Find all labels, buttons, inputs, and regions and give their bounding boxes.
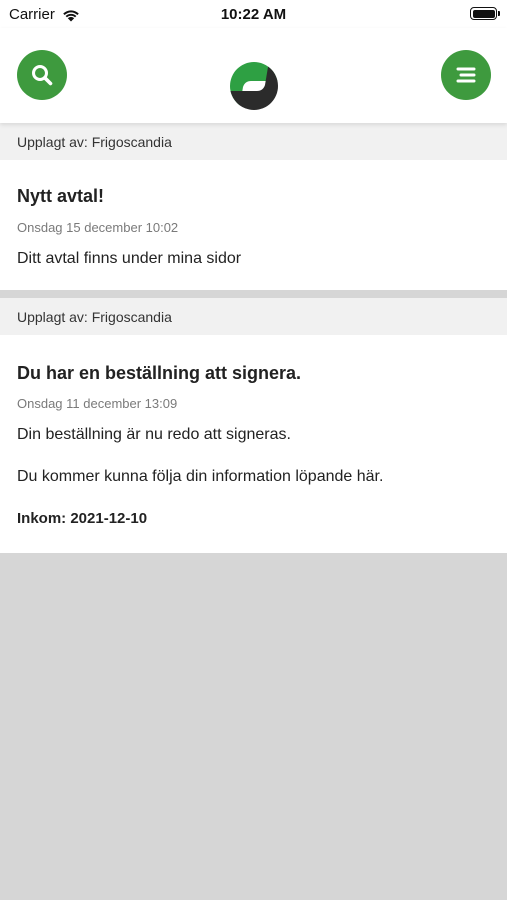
news-card[interactable]: Nytt avtal! Onsdag 15 december 10:02 Dit… bbox=[0, 160, 507, 290]
app-header bbox=[0, 28, 507, 123]
card-text: Din beställning är nu redo att signeras. bbox=[17, 426, 291, 443]
card-title: Nytt avtal! bbox=[17, 186, 105, 206]
card-date: Onsdag 15 december 10:02 bbox=[17, 220, 179, 235]
card-separator bbox=[0, 290, 507, 298]
news-card[interactable]: Du har en beställning att signera. Onsda… bbox=[0, 335, 507, 553]
card-text: Ditt avtal finns under mina sidor bbox=[17, 250, 242, 267]
card-date: Onsdag 11 december 13:09 bbox=[17, 396, 178, 411]
frigoscandia-logo bbox=[230, 62, 278, 110]
posted-by-header: Upplagt av: Frigoscandia bbox=[0, 298, 507, 335]
received-date: Inkom: 2021-12-10 bbox=[17, 510, 148, 527]
menu-button[interactable] bbox=[441, 50, 491, 100]
news-feed: Upplagt av: Frigoscandia Nytt avtal! Ons… bbox=[0, 123, 507, 553]
card-text: Du kommer kunna följa din information lö… bbox=[17, 468, 384, 485]
search-button[interactable] bbox=[17, 50, 67, 100]
posted-by-header: Upplagt av: Frigoscandia bbox=[0, 123, 507, 160]
battery-icon bbox=[470, 7, 500, 20]
clock: 10:22 AM bbox=[220, 6, 287, 23]
search-icon bbox=[32, 65, 53, 86]
status-bar: Carrier 10:22 AM bbox=[0, 0, 507, 28]
card-title: Du har en beställning att signera. bbox=[17, 363, 302, 383]
menu-icon bbox=[456, 67, 476, 83]
